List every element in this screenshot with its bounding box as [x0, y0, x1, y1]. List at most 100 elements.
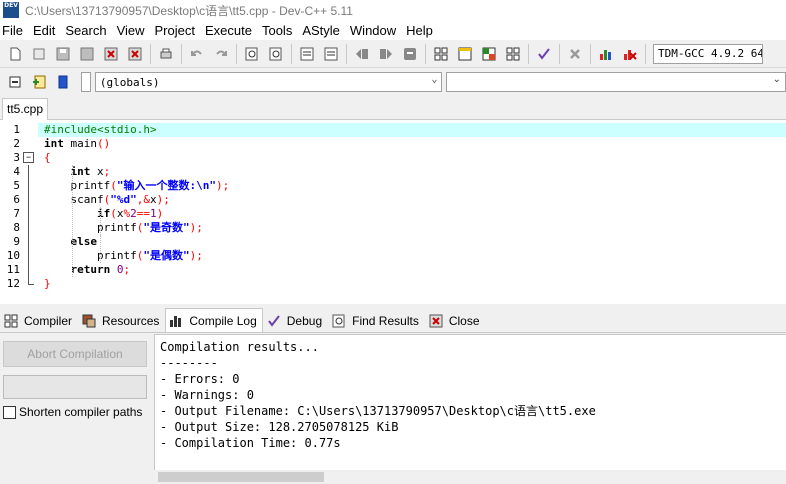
abort-compilation-button[interactable]: Abort Compilation — [3, 341, 147, 367]
save-all-button[interactable] — [77, 44, 97, 64]
tab-tt5-cpp[interactable]: tt5.cpp — [2, 98, 49, 120]
code-line[interactable]: #include<stdio.h> — [38, 123, 786, 137]
shorten-paths-option[interactable]: Shorten compiler paths — [3, 405, 142, 419]
stop-execution-button[interactable] — [565, 44, 585, 64]
unindent-icon — [380, 48, 392, 59]
goto-line-button[interactable] — [297, 44, 317, 64]
bookmark-button[interactable] — [321, 44, 341, 64]
menu-project[interactable]: Project — [150, 23, 200, 38]
insert-button[interactable] — [5, 72, 25, 92]
save-icon — [56, 47, 70, 60]
log-line: - Output Size: 128.2705078125 KiB — [160, 420, 399, 434]
line-number: 5 — [13, 179, 20, 192]
menu-execute[interactable]: Execute — [200, 23, 257, 38]
code-area[interactable]: #include<stdio.h> int main(){ int x; prin… — [38, 120, 786, 304]
stop-x-icon — [570, 48, 580, 59]
rebuild-grid-icon — [506, 47, 520, 60]
toggle-comment-button[interactable] — [400, 44, 420, 64]
menu-file[interactable]: File — [0, 23, 28, 38]
main-toolbar: TDM-GCC 4.9.2 64-bit Release — [0, 40, 786, 68]
toolbar-separator — [559, 43, 560, 64]
code-line[interactable]: printf("是偶数"); — [38, 249, 786, 263]
open-button[interactable] — [29, 44, 49, 64]
toolbar-separator — [291, 43, 292, 64]
log-line: Compilation results... — [160, 340, 319, 354]
syntax-check-button[interactable] — [534, 44, 554, 64]
code-token: #include<stdio.h> — [44, 123, 157, 136]
tab-label: Compiler — [24, 314, 73, 328]
title-bar: DEV C:\Users\13713790957\Desktop\c语言\tt5… — [0, 0, 786, 20]
add-to-project-button[interactable] — [29, 72, 49, 92]
fold-toggle-icon[interactable]: − — [23, 152, 34, 163]
compiler-grid-icon — [3, 313, 19, 329]
code-line[interactable]: printf("输入一个整数:\n"); — [38, 179, 786, 193]
rebuild-button[interactable] — [503, 44, 523, 64]
code-line[interactable]: if(x%2==1) — [38, 207, 786, 221]
replace-button[interactable] — [266, 44, 286, 64]
run-button[interactable] — [455, 44, 475, 64]
tab-compile-log[interactable]: Compile Log — [165, 308, 263, 332]
tab-resources[interactable]: Resources — [78, 310, 165, 332]
remove-from-project-button[interactable] — [53, 72, 73, 92]
code-token: ; — [123, 263, 131, 276]
save-button[interactable] — [53, 44, 73, 64]
menu-view[interactable]: View — [112, 23, 150, 38]
code-line[interactable]: scanf("%d",&x); — [38, 193, 786, 207]
close-all-button[interactable] — [125, 44, 145, 64]
profile-button[interactable] — [596, 44, 616, 64]
undo-button[interactable] — [187, 44, 207, 64]
code-line[interactable]: int main() — [38, 137, 786, 151]
menu-search[interactable]: Search — [60, 23, 111, 38]
toolbar-separator — [528, 43, 529, 64]
menu-edit[interactable]: Edit — [28, 23, 60, 38]
menu-astyle[interactable]: AStyle — [297, 23, 345, 38]
code-token: else — [70, 235, 98, 248]
compile-log-output[interactable]: Compilation results... -------- - Errors: … — [154, 334, 786, 484]
line-number: 11 — [6, 263, 20, 276]
undo-icon — [191, 50, 202, 56]
code-line[interactable]: { — [38, 151, 786, 165]
new-file-button[interactable] — [5, 44, 25, 64]
bar-chart-icon — [168, 313, 184, 329]
code-editor[interactable]: 1 2 3 4 5 6 7 8 9 10 11 12− #include<stdio.h> int ma… — [0, 120, 786, 304]
code-line[interactable]: } — [38, 277, 786, 291]
code-token: "输入一个整数:\n" — [116, 179, 216, 192]
function-select[interactable]: ⌄ — [446, 72, 786, 92]
tab-find-results[interactable]: Find Results — [328, 310, 425, 332]
indent-guide — [100, 235, 101, 263]
code-line[interactable]: printf("是奇数"); — [38, 221, 786, 235]
code-token: 0 — [116, 263, 124, 276]
menu-help[interactable]: Help — [401, 23, 438, 38]
print-button[interactable] — [156, 44, 176, 64]
class-select[interactable] — [80, 72, 91, 92]
shorten-paths-checkbox[interactable] — [3, 405, 16, 419]
code-line[interactable]: return 0; — [38, 263, 786, 277]
editor-tab-bar: tt5.cpp — [0, 96, 786, 120]
tab-debug[interactable]: Debug — [263, 310, 328, 332]
menu-window[interactable]: Window — [345, 23, 401, 38]
code-token: "是奇数" — [143, 221, 190, 234]
toolbar-separator — [346, 43, 347, 64]
indent-button[interactable] — [352, 44, 372, 64]
line-number: 2 — [13, 137, 20, 150]
delete-profile-button[interactable] — [620, 44, 640, 64]
resources-icon — [81, 313, 97, 329]
redo-button[interactable] — [211, 44, 231, 64]
code-token: ,& — [136, 193, 150, 206]
tab-compiler[interactable]: Compiler — [0, 310, 78, 332]
tab-close[interactable]: Close — [425, 310, 486, 332]
compiler-select[interactable]: TDM-GCC 4.9.2 64-bit Release — [653, 43, 763, 64]
find-button[interactable] — [242, 44, 262, 64]
close-file-button[interactable] — [101, 44, 121, 64]
compile-button[interactable] — [431, 44, 451, 64]
horizontal-scrollbar[interactable] — [154, 470, 786, 484]
compile-run-button[interactable] — [479, 44, 499, 64]
code-line[interactable]: int x; — [38, 165, 786, 179]
code-line[interactable]: else — [38, 235, 786, 249]
scrollbar-thumb[interactable] — [158, 472, 324, 482]
menu-tools[interactable]: Tools — [257, 23, 297, 38]
toolbar-separator — [645, 43, 646, 64]
scope-select[interactable]: (globals) ⌄ — [94, 72, 443, 92]
unindent-button[interactable] — [376, 44, 396, 64]
